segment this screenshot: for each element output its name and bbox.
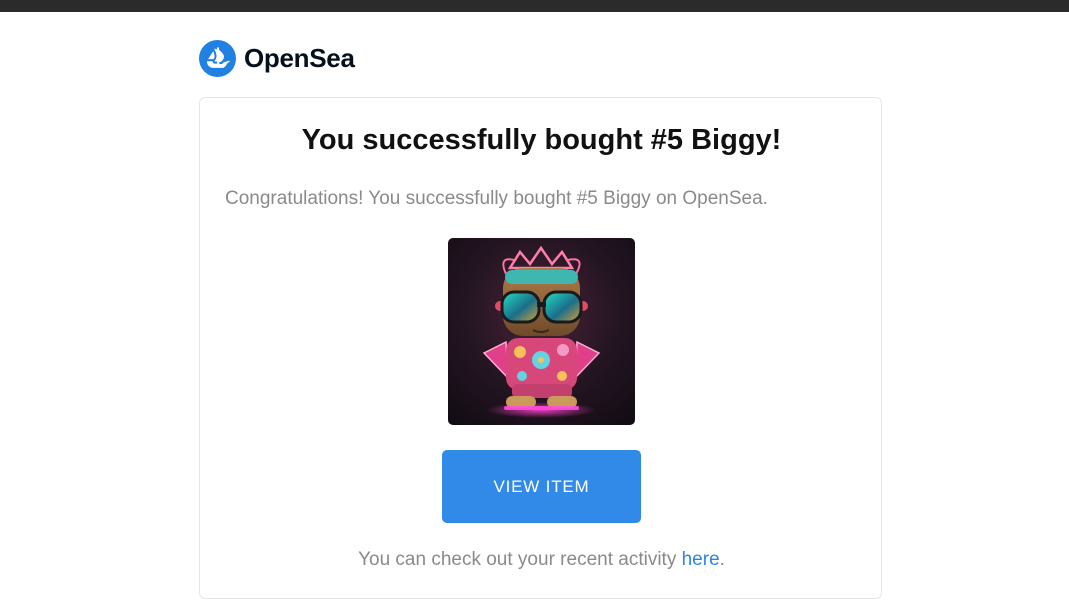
browser-top-bar [0,0,1069,12]
email-title: You successfully bought #5 Biggy! [301,124,782,156]
email-message: Congratulations! You successfully bought… [225,188,768,209]
footer-text: You can check out your recent activity h… [0,549,1069,571]
nft-artwork-graphic [448,238,635,425]
nft-biggy-toy-image[interactable] [448,238,635,425]
opensea-logo-text: OpenSea [244,43,355,73]
opensea-ship-icon [199,40,236,77]
footer-text-suffix: . [719,549,725,570]
recent-activity-link[interactable]: here [682,549,720,570]
footer-text-prefix: You can check out your recent activity [358,549,682,570]
view-item-button[interactable]: VIEW ITEM [442,450,641,523]
opensea-logo[interactable]: OpenSea [199,40,355,77]
